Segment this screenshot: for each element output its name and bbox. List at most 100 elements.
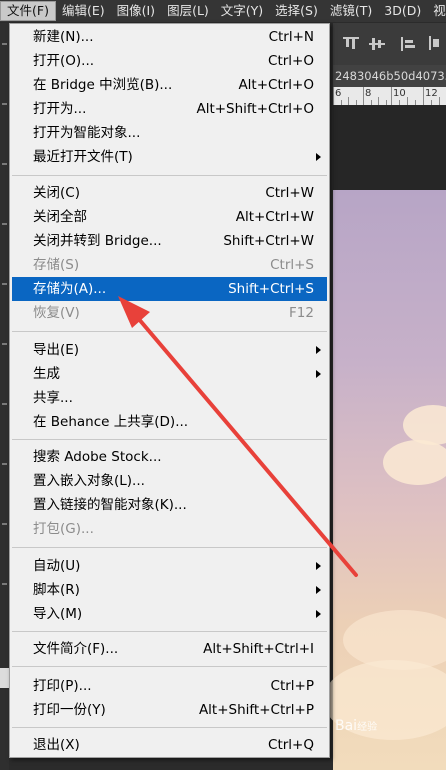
canvas-background: [333, 105, 446, 190]
document-canvas[interactable]: [323, 190, 446, 770]
menu-item-print-one-copy[interactable]: 打印一份(Y) Alt+Shift+Ctrl+P: [12, 698, 327, 722]
menu-item-new[interactable]: 新建(N)... Ctrl+N: [12, 25, 327, 49]
ruler-label: 8: [365, 88, 372, 99]
menu-item-label: 自动(U): [33, 558, 81, 574]
menu-item-label: 新建(N)...: [33, 29, 94, 45]
menu-item-label: 置入链接的智能对象(K)...: [33, 497, 187, 513]
menu-item-file-info[interactable]: 文件简介(F)... Alt+Shift+Ctrl+I: [12, 637, 327, 661]
menu-item-label: 文件简介(F)...: [33, 641, 119, 657]
tool-handle: [2, 163, 7, 165]
ruler-label: 10: [393, 88, 406, 99]
menu-item-revert[interactable]: 恢复(V) F12: [12, 301, 327, 325]
tool-handle: [2, 43, 7, 45]
menu-item-exit[interactable]: 退出(X) Ctrl+Q: [12, 733, 327, 757]
foreground-color-swatch[interactable]: [0, 668, 9, 688]
document-tab[interactable]: 2483046b50d40735: [333, 65, 446, 87]
menu-item-recent-files[interactable]: 最近打开文件(T): [12, 145, 327, 169]
tool-handle: [2, 283, 7, 285]
tool-handle: [2, 463, 7, 465]
menu-item-label: 打开(O)...: [33, 53, 95, 69]
menu-item-label: 导入(M): [33, 606, 83, 622]
menu-item-export[interactable]: 导出(E): [12, 338, 327, 362]
menu-item-label: 在 Bridge 中浏览(B)...: [33, 77, 173, 93]
menu-separator: [12, 547, 327, 548]
menu-edit[interactable]: 编辑(E): [56, 1, 111, 21]
menu-image[interactable]: 图像(I): [111, 1, 161, 21]
menu-separator: [12, 175, 327, 176]
submenu-arrow-icon: [316, 370, 321, 378]
menu-item-label: 存储为(A)...: [33, 281, 107, 297]
menu-item-label: 关闭(C): [33, 185, 80, 201]
menu-item-label: 置入嵌入对象(L)...: [33, 473, 145, 489]
options-bar: [333, 23, 446, 65]
submenu-arrow-icon: [316, 562, 321, 570]
menu-item-label: 共享...: [33, 390, 73, 406]
menu-item-label: 打印一份(Y): [33, 702, 106, 718]
menu-item-label: 打印(P)...: [33, 678, 92, 694]
menu-item-save-as[interactable]: 存储为(A)... Shift+Ctrl+S: [12, 277, 327, 301]
menu-item-save[interactable]: 存储(S) Ctrl+S: [12, 253, 327, 277]
menu-item-shortcut: Alt+Shift+Ctrl+O: [196, 101, 314, 117]
menu-item-label: 恢复(V): [33, 305, 80, 321]
menu-item-label: 最近打开文件(T): [33, 149, 133, 165]
menu-item-shortcut: F12: [289, 305, 314, 321]
align-vertical-center-icon[interactable]: [369, 35, 385, 51]
menu-item-close-all[interactable]: 关闭全部 Alt+Ctrl+W: [12, 205, 327, 229]
menu-item-search-adobe-stock[interactable]: 搜索 Adobe Stock...: [12, 445, 327, 469]
menu-item-close[interactable]: 关闭(C) Ctrl+W: [12, 181, 327, 205]
menu-item-open[interactable]: 打开(O)... Ctrl+O: [12, 49, 327, 73]
menu-item-generate[interactable]: 生成: [12, 362, 327, 386]
tool-handle: [2, 223, 7, 225]
menu-separator: [12, 727, 327, 728]
menu-item-label: 关闭并转到 Bridge...: [33, 233, 162, 249]
menu-view[interactable]: 视: [427, 1, 446, 21]
menu-item-automate[interactable]: 自动(U): [12, 554, 327, 578]
menu-select[interactable]: 选择(S): [269, 1, 324, 21]
menu-item-shortcut: Alt+Ctrl+O: [238, 77, 314, 93]
distribute-horizontal-icon[interactable]: [427, 35, 443, 51]
menu-item-shortcut: Ctrl+W: [265, 185, 314, 201]
menu-item-shortcut: Alt+Shift+Ctrl+P: [198, 702, 314, 718]
menu-item-label: 关闭全部: [33, 209, 87, 225]
menu-bar: 文件(F) 编辑(E) 图像(I) 图层(L) 文字(Y) 选择(S) 滤镜(T…: [0, 0, 446, 23]
menu-layer[interactable]: 图层(L): [161, 1, 215, 21]
menu-item-shortcut: Ctrl+N: [268, 29, 314, 45]
file-menu: 新建(N)... Ctrl+N 打开(O)... Ctrl+O 在 Bridge…: [9, 23, 330, 758]
menu-item-close-go-bridge[interactable]: 关闭并转到 Bridge... Shift+Ctrl+W: [12, 229, 327, 253]
menu-item-place-linked[interactable]: 置入链接的智能对象(K)...: [12, 493, 327, 517]
menu-item-package[interactable]: 打包(G)...: [12, 517, 327, 541]
watermark-sub: 经验: [357, 722, 378, 733]
menu-3d[interactable]: 3D(D): [378, 1, 427, 21]
menu-item-scripts[interactable]: 脚本(R): [12, 578, 327, 602]
tool-strip: [0, 23, 9, 770]
menu-item-place-embedded[interactable]: 置入嵌入对象(L)...: [12, 469, 327, 493]
menu-item-shortcut: Shift+Ctrl+W: [223, 233, 314, 249]
align-top-icon[interactable]: [343, 35, 359, 51]
menu-separator: [12, 439, 327, 440]
menu-item-print[interactable]: 打印(P)... Ctrl+P: [12, 674, 327, 698]
menu-item-label: 存储(S): [33, 257, 80, 273]
submenu-arrow-icon: [316, 346, 321, 354]
ruler-label: 12: [425, 88, 438, 99]
menu-item-shortcut: Alt+Shift+Ctrl+I: [203, 641, 314, 657]
menu-item-label: 脚本(R): [33, 582, 80, 598]
menu-item-open-smart-object[interactable]: 打开为智能对象...: [12, 121, 327, 145]
menu-item-shortcut: Shift+Ctrl+S: [228, 281, 314, 297]
watermark-text: Bai: [335, 718, 358, 734]
horizontal-ruler: 6 8 10 12: [333, 87, 446, 105]
menu-item-browse-bridge[interactable]: 在 Bridge 中浏览(B)... Alt+Ctrl+O: [12, 73, 327, 97]
submenu-arrow-icon: [316, 153, 321, 161]
menu-separator: [12, 666, 327, 667]
tool-handle: [2, 343, 7, 345]
menu-item-share-behance[interactable]: 在 Behance 上共享(D)...: [12, 410, 327, 434]
menu-filter[interactable]: 滤镜(T): [324, 1, 378, 21]
menu-item-open-as[interactable]: 打开为... Alt+Shift+Ctrl+O: [12, 97, 327, 121]
menu-item-import[interactable]: 导入(M): [12, 602, 327, 626]
ruler-label: 6: [335, 88, 342, 99]
menu-type[interactable]: 文字(Y): [215, 1, 269, 21]
menu-separator: [12, 331, 327, 332]
menu-item-share[interactable]: 共享...: [12, 386, 327, 410]
menu-file[interactable]: 文件(F): [0, 1, 56, 21]
menu-item-label: 打包(G)...: [33, 521, 94, 537]
distribute-icon[interactable]: [401, 35, 417, 51]
